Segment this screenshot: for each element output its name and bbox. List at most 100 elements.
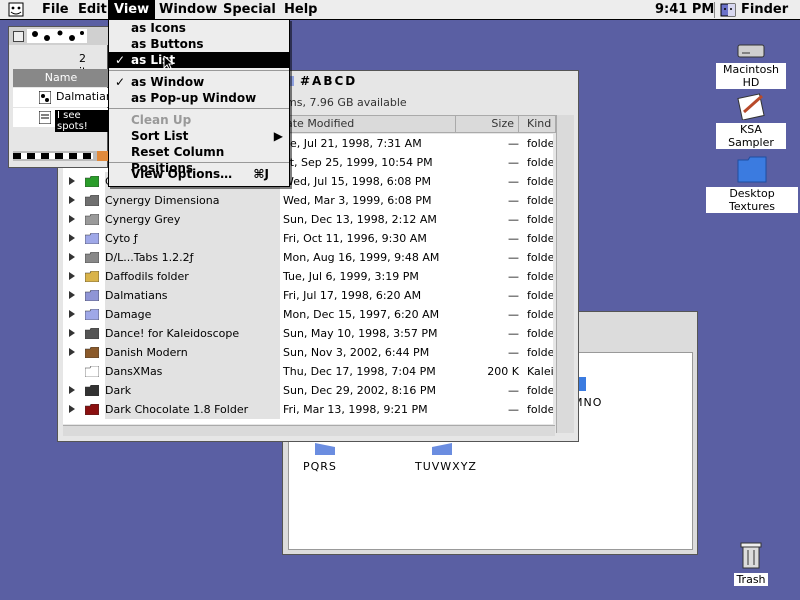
file-name: Cynergy Dimensiona <box>105 191 280 210</box>
menu-item-sort-list[interactable]: Sort List ▶ <box>109 128 289 144</box>
desktop-icon-trash[interactable]: Trash <box>728 540 774 586</box>
desktop-icon-label: Macintosh HD <box>716 63 786 89</box>
menu-view[interactable]: View <box>108 0 156 19</box>
file-date: Fri, Oct 11, 1996, 9:30 AM <box>283 232 427 245</box>
menu-item-view-options[interactable]: View Options… ⌘J <box>109 166 289 182</box>
list-item[interactable]: I see spots! <box>13 108 109 132</box>
file-size: — <box>508 175 519 188</box>
close-box[interactable] <box>13 31 24 42</box>
folder-label: TUVWXYZ <box>415 460 477 473</box>
column-header-size[interactable]: Size <box>455 115 519 133</box>
menu-bar: File Edit View Window Special Help 9:41 … <box>0 0 800 20</box>
table-row[interactable]: D/L...Tabs 1.2.2ƒ Mon, Aug 16, 1999, 9:48… <box>63 248 553 267</box>
disclosure-triangle-icon[interactable] <box>69 215 75 223</box>
table-row[interactable]: Dalmatians Fri, Jul 17, 1998, 6:20 AM — fol… <box>63 286 553 305</box>
disclosure-triangle-icon[interactable] <box>69 386 75 394</box>
menu-help[interactable]: Help <box>278 0 323 19</box>
file-size: — <box>508 384 519 397</box>
desktop-icon-ksa-sampler[interactable]: KSA Sampler <box>716 92 786 149</box>
disclosure-triangle-icon[interactable] <box>69 234 75 242</box>
menu-edit[interactable]: Edit <box>72 0 113 19</box>
column-header-name[interactable]: Name <box>13 69 109 87</box>
menu-item-as-buttons[interactable]: as Buttons <box>109 36 289 52</box>
desktop-icon-macintosh-hd[interactable]: Macintosh HD <box>716 40 786 89</box>
file-size: — <box>508 137 519 150</box>
menu-window[interactable]: Window <box>153 0 223 19</box>
file-size: — <box>508 308 519 321</box>
menu-item-as-popup-window[interactable]: as Pop-up Window <box>109 90 289 106</box>
folder-icon <box>85 385 99 396</box>
dalmatian-window[interactable]: 2 item Name Dalmatian I see spots! <box>8 26 113 168</box>
table-row[interactable]: Danish Modern Sun, Nov 3, 2002, 6:44 PM — f… <box>63 343 553 362</box>
disclosure-triangle-icon[interactable] <box>69 310 75 318</box>
menu-file[interactable]: File <box>36 0 75 19</box>
table-row[interactable]: DansXMas Thu, Dec 17, 1998, 7:04 PM 200 K K… <box>63 362 553 381</box>
table-row[interactable]: Cynergy Grey Sun, Dec 13, 1998, 2:12 AM — f… <box>63 210 553 229</box>
file-name: Damage <box>105 305 280 324</box>
menu-item-as-icons[interactable]: as Icons <box>109 20 289 36</box>
desktop-icon-desktop-textures[interactable]: Desktop Textures <box>706 154 798 213</box>
hard-disk-icon <box>737 44 765 58</box>
file-kind: folder <box>527 251 553 264</box>
horizontal-scrollbar[interactable] <box>63 425 555 436</box>
menu-separator <box>109 162 289 163</box>
file-kind: folder <box>527 156 553 169</box>
file-size: 200 K <box>487 365 519 378</box>
menu-item-reset-column-positions[interactable]: Reset Column Positions <box>109 144 289 175</box>
menubar-clock[interactable]: 9:41 PM <box>655 0 714 19</box>
file-name: Dark <box>105 381 280 400</box>
folder-icon <box>85 347 99 358</box>
file-date: Mon, Aug 16, 1999, 9:48 AM <box>283 251 440 264</box>
file-kind: folder <box>527 194 553 207</box>
file-name: Cyto ƒ <box>105 229 280 248</box>
disclosure-triangle-icon[interactable] <box>69 348 75 356</box>
file-date: Sun, Dec 13, 1998, 2:12 AM <box>283 213 437 226</box>
trash-icon <box>740 542 762 569</box>
disclosure-triangle-icon[interactable] <box>69 405 75 413</box>
list-item[interactable]: Dalmatian <box>13 88 113 107</box>
disclosure-triangle-icon[interactable] <box>69 272 75 280</box>
menu-special[interactable]: Special <box>217 0 282 19</box>
folder-icon[interactable] <box>432 443 452 455</box>
menubar-divider <box>714 2 715 18</box>
file-date: Wed, Mar 3, 1999, 6:08 PM <box>283 194 432 207</box>
folder-icon[interactable] <box>315 443 335 455</box>
folder-icon <box>85 214 99 225</box>
list-item-label: Dalmatian <box>56 90 113 103</box>
horizontal-scrollbar[interactable] <box>13 151 109 161</box>
file-name: Cynergy Grey <box>105 210 280 229</box>
file-size: — <box>508 346 519 359</box>
finder-icon <box>720 3 736 17</box>
desktop-icon-label: KSA Sampler <box>716 123 786 149</box>
application-menu-label[interactable]: Finder <box>741 0 788 19</box>
disclosure-triangle-icon[interactable] <box>69 253 75 261</box>
disclosure-triangle-icon[interactable] <box>69 291 75 299</box>
paint-document-icon <box>737 93 765 121</box>
table-row[interactable]: Daffodils folder Tue, Jul 6, 1999, 3:19 P… <box>63 267 553 286</box>
table-row[interactable]: DamageMon, Dec 15, 1997, 6:20 AM — folder <box>63 305 553 324</box>
file-name: D/L...Tabs 1.2.2ƒ <box>105 248 280 267</box>
menu-item-as-window[interactable]: ✓ as Window <box>109 74 289 90</box>
table-row[interactable]: DarkSun, Dec 29, 2002, 8:16 PM — folder <box>63 381 553 400</box>
disclosure-triangle-icon[interactable] <box>69 196 75 204</box>
folder-icon <box>85 195 99 206</box>
menu-item-as-list[interactable]: ✓ as List <box>109 52 289 70</box>
file-size: — <box>508 232 519 245</box>
document-icon <box>39 91 51 104</box>
table-row[interactable]: Dark Chocolate 1.8 Folder Fri, Mar 13, 19… <box>63 400 553 419</box>
table-row[interactable]: Cyto ƒFri, Oct 11, 1996, 9:30 AM — folder <box>63 229 553 248</box>
disclosure-triangle-icon[interactable] <box>69 177 75 185</box>
disclosure-triangle-icon[interactable] <box>69 329 75 337</box>
window-title-bar[interactable] <box>9 27 109 45</box>
vertical-scrollbar[interactable] <box>556 115 574 433</box>
folder-icon <box>85 290 99 301</box>
table-row[interactable]: Cynergy Dimensiona Wed, Mar 3, 1999, 6:08… <box>63 191 553 210</box>
column-header-date[interactable]: ate Modified <box>283 115 456 133</box>
apple-menu-icon[interactable] <box>8 2 24 17</box>
table-row[interactable]: Dance! for Kaleidoscope Sun, May 10, 1998… <box>63 324 553 343</box>
file-size: — <box>508 194 519 207</box>
file-name: Daffodils folder <box>105 267 280 286</box>
folder-icon <box>85 404 99 415</box>
file-date: Sun, Nov 3, 2002, 6:44 PM <box>283 346 430 359</box>
column-header-kind[interactable]: Kind <box>518 115 556 133</box>
